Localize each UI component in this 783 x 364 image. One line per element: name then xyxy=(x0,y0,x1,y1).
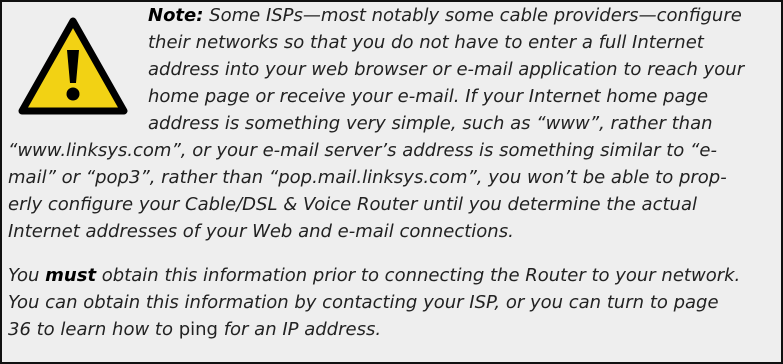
note-line-7: mail” or “pop3”, rather than “pop.mail.l… xyxy=(8,167,727,188)
must-line-3: 36 to learn how to ping for an IP addres… xyxy=(8,318,381,342)
warning-triangle-icon xyxy=(18,17,128,115)
must-line-1-c: obtain this information prior to connect… xyxy=(96,265,741,286)
note-line-2: their networks so that you do not have t… xyxy=(148,32,704,53)
note-line-4: home page or receive your e-mail. If you… xyxy=(148,86,709,107)
note-label: Note: xyxy=(148,5,204,26)
note-line-1-text: Some ISPs—most notably some cable provid… xyxy=(203,5,742,26)
must-line-3-c: for an IP address. xyxy=(217,319,382,340)
note-line-3: address into your web browser or e-mail … xyxy=(148,59,745,80)
must-line-1: You must obtain this information prior t… xyxy=(8,264,740,288)
note-box: Note: Some ISPs—most notably some cable … xyxy=(0,0,783,364)
note-line-6: “www.linksys.com”, or your e-mail server… xyxy=(8,140,717,161)
must-line-3-a: 36 to learn how to xyxy=(8,319,179,340)
must-emphasis: must xyxy=(45,265,97,286)
note-line-9: Internet addresses of your Web and e-mai… xyxy=(8,221,514,242)
must-line-1-a: You xyxy=(8,265,46,286)
ping-term: ping xyxy=(178,319,218,340)
note-line-8: erly configure your Cable/DSL & Voice Ro… xyxy=(8,194,697,215)
must-line-2: You can obtain this information by conta… xyxy=(8,292,719,313)
note-line-1: Note: Some ISPs—most notably some cable … xyxy=(148,4,742,28)
note-line-5: address is something very simple, such a… xyxy=(148,113,713,134)
